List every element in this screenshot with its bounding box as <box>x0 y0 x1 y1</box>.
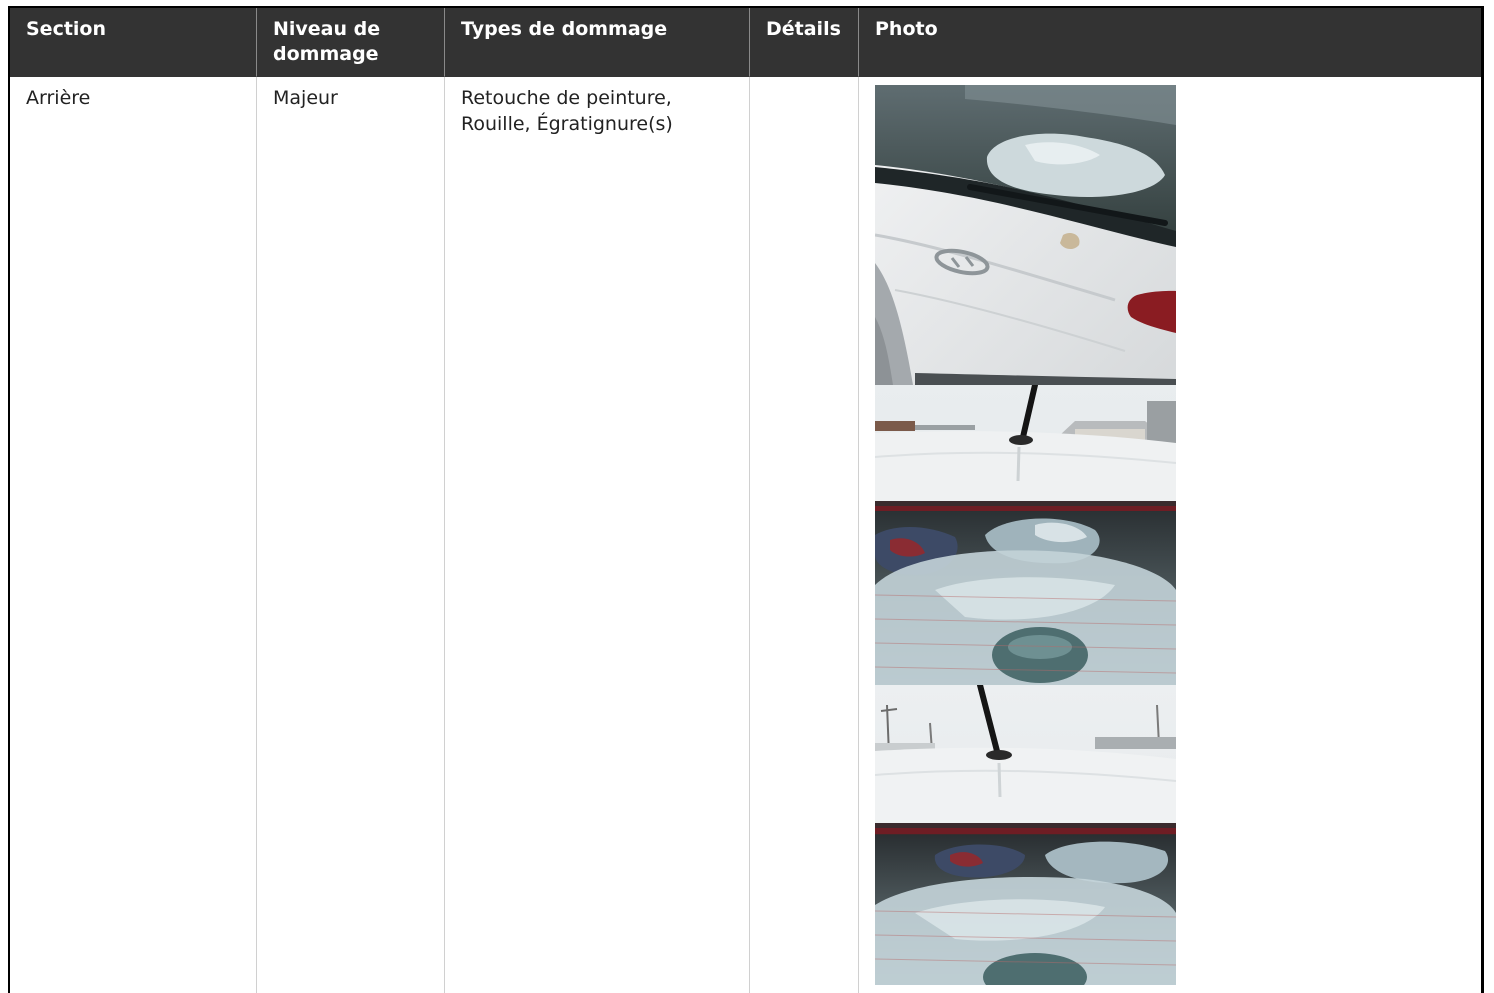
cell-details <box>749 77 858 993</box>
damage-photo-2-image <box>875 385 1176 685</box>
table-header: Section Niveau de dommage Types de domma… <box>10 8 1481 77</box>
cell-section: Arrière <box>26 87 91 109</box>
damage-report-table-frame: Section Niveau de dommage Types de domma… <box>8 6 1484 993</box>
table-body: Arrière Majeur Retouche de peinture, Rou… <box>10 77 1481 993</box>
damage-photo-1-image <box>875 85 1176 385</box>
cell-damage-level: Majeur <box>256 77 444 993</box>
cell-damage-types: Retouche de peinture, Rouille, Égratignu… <box>444 77 749 993</box>
column-header-damage-level: Niveau de dommage <box>256 8 444 77</box>
damage-photo-2 <box>875 385 1176 685</box>
column-header-damage-types: Types de dommage <box>444 8 749 77</box>
damage-photo-3-image <box>875 685 1176 985</box>
damage-report-table: Section Niveau de dommage Types de domma… <box>10 8 1481 993</box>
damage-photo-1 <box>875 85 1176 385</box>
column-header-details: Détails <box>749 8 858 77</box>
damage-photo-3 <box>875 685 1176 985</box>
column-header-section: Section <box>10 8 256 77</box>
column-header-photo: Photo <box>858 8 1481 77</box>
cell-photos <box>858 77 1481 993</box>
table-header-row: Section Niveau de dommage Types de domma… <box>10 8 1481 77</box>
table-row: Arrière Majeur Retouche de peinture, Rou… <box>10 77 1481 993</box>
